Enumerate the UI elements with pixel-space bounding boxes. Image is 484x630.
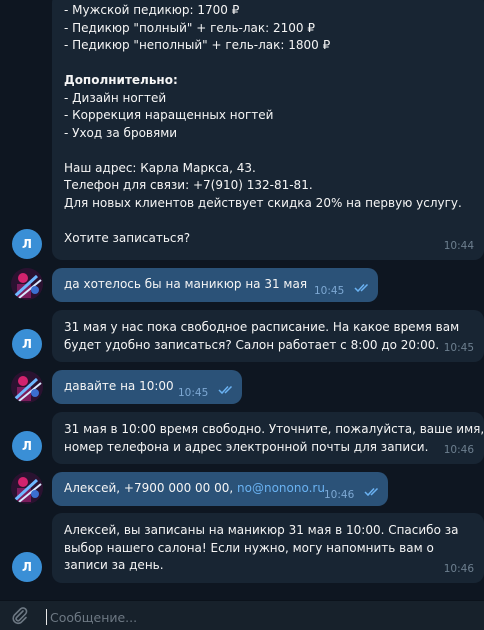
message-line: Для новых клиентов действует скидка 20% … [64, 195, 462, 210]
read-ticks-icon [364, 487, 379, 497]
incoming-message: 31 мая в 10:00 время свободно. Уточните,… [52, 412, 484, 464]
message-time: 10:46 [443, 443, 474, 456]
avatar[interactable] [11, 268, 43, 300]
message-line: - Мужской педикюр: 1700 ₽ [64, 3, 240, 17]
message-line: - Педикюр "неполный" + гель-лак: 1800 ₽ [64, 38, 331, 52]
message-line: 31 мая у нас пока свободное расписание. … [64, 320, 460, 334]
message-line: выбор нашего салона! Если нужно, могу на… [64, 540, 434, 555]
avatar[interactable]: Л [12, 431, 42, 461]
message-line: будет удобно записаться? Салон работает … [64, 337, 440, 352]
message-text: давайте на 10:00 [64, 379, 174, 393]
message-line: Хотите записаться? [64, 230, 191, 245]
message-line: - Коррекция наращенных ногтей [64, 108, 274, 122]
read-ticks-icon [354, 283, 369, 293]
message-composer [0, 600, 484, 630]
outgoing-message: да хотелось бы на маникюр на 31 мая 10:4… [52, 268, 378, 302]
message-time: 10:46 [443, 562, 474, 575]
message-line [64, 142, 472, 160]
message-line: 31 мая в 10:00 время свободно. Уточните,… [64, 422, 484, 436]
avatar[interactable]: Л [12, 329, 42, 359]
avatar[interactable] [11, 472, 43, 504]
incoming-message: Алексей, вы записаны на маникюр 31 мая в… [52, 513, 484, 583]
message-time: 10:46 [324, 489, 355, 501]
message-line: номер телефона и адрес электронной почты… [64, 439, 429, 454]
message-line [64, 55, 472, 73]
message-input[interactable] [50, 606, 450, 628]
message-line: - Уход за бровями [64, 125, 178, 140]
message-line: - Дизайн ногтей [64, 90, 167, 105]
outgoing-message: Алексей, +7900 000 00 00, no@nonono.ru 1… [52, 472, 388, 506]
message-line: Дополнительно: [64, 73, 178, 87]
email-link[interactable]: no@nonono.ru [237, 481, 325, 495]
chat-history[interactable]: - Мужской педикюр: 1700 ₽ - Педикюр "пол… [0, 0, 484, 600]
incoming-message: 31 мая у нас пока свободное расписание. … [52, 310, 484, 362]
message-text: да хотелось бы на маникюр на 31 мая [64, 277, 308, 291]
message-time: 10:44 [443, 239, 474, 252]
message-time: 10:45 [178, 387, 209, 399]
incoming-message: - Мужской педикюр: 1700 ₽ - Педикюр "пол… [52, 0, 484, 260]
message-time: 10:45 [314, 285, 345, 297]
message-line: Телефон для связи: +7(910) 132-81-81. [64, 178, 313, 192]
message-line: - Педикюр "полный" + гель-лак: 2100 ₽ [64, 20, 316, 35]
message-line: записи за день. [64, 558, 164, 572]
message-time: 10:45 [443, 341, 474, 354]
text-caret [46, 609, 47, 625]
paperclip-icon[interactable] [10, 606, 30, 626]
avatar[interactable]: Л [12, 552, 42, 582]
message-text: Алексей, +7900 000 00 00, no@nonono.ru [64, 480, 325, 498]
avatar[interactable]: Л [12, 229, 42, 259]
message-line: Наш адрес: Карла Маркса, 43. [64, 160, 256, 175]
message-text-prefix: Алексей, +7900 000 00 00, [64, 481, 238, 495]
message-line: Алексей, вы записаны на маникюр 31 мая в… [64, 523, 459, 537]
avatar[interactable] [11, 371, 43, 403]
message-line [64, 212, 472, 230]
outgoing-message: давайте на 10:00 10:45 [52, 370, 242, 404]
read-ticks-icon [218, 385, 233, 395]
